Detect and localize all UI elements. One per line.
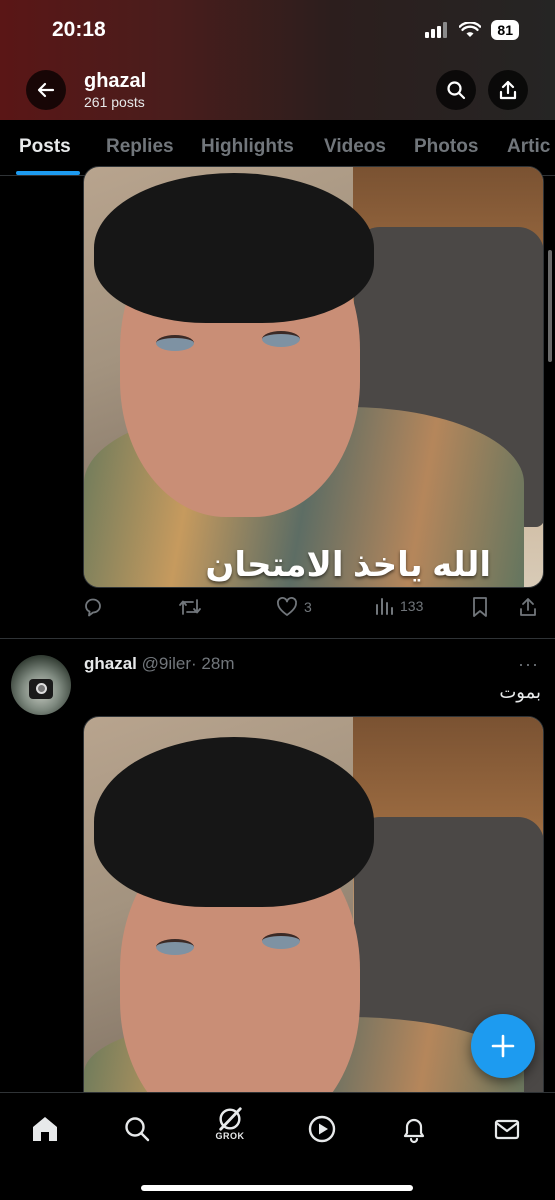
post1-media[interactable]: الله ياخذ الامتحان xyxy=(83,166,544,588)
post2-time: · 28m xyxy=(191,654,235,673)
mail-icon xyxy=(494,1119,520,1140)
post-count: 261 posts xyxy=(84,94,145,110)
retweet-button[interactable] xyxy=(178,596,208,618)
compose-button[interactable] xyxy=(471,1014,535,1078)
nav-grok[interactable]: GROK xyxy=(212,1105,248,1141)
profile-banner-header: 20:18 81 ghazal 261 posts xyxy=(0,0,555,120)
media-caption: الله ياخذ الامتحان xyxy=(205,546,491,584)
nav-messages[interactable] xyxy=(489,1111,525,1147)
post2-author-handle[interactable]: @9iler xyxy=(142,654,191,673)
media-eye-left xyxy=(156,939,194,955)
play-circle-icon xyxy=(308,1115,336,1143)
view-count: 133 xyxy=(400,598,424,614)
active-tab-indicator xyxy=(16,171,80,175)
back-button[interactable] xyxy=(26,70,66,110)
reply-icon xyxy=(85,598,101,617)
profile-nav-row: ghazal 261 posts xyxy=(0,68,555,112)
tab-articles[interactable]: Artic xyxy=(507,136,550,158)
share-button[interactable] xyxy=(488,70,528,110)
post2-header: ghazal @9iler· 28m xyxy=(84,654,235,674)
grok-label: GROK xyxy=(215,1131,245,1141)
tab-videos[interactable]: Videos xyxy=(324,136,386,158)
profile-name: ghazal xyxy=(84,70,147,92)
status-icons: 81 xyxy=(425,20,519,40)
status-bar: 20:18 81 xyxy=(0,0,555,62)
post-share-button[interactable] xyxy=(518,596,538,618)
tab-highlights[interactable]: Highlights xyxy=(201,136,294,158)
like-button[interactable]: 3 xyxy=(276,596,312,618)
bell-icon xyxy=(403,1118,425,1144)
plus-icon xyxy=(491,1034,515,1058)
media-eye-right xyxy=(262,933,300,949)
bookmark-icon xyxy=(473,597,487,617)
post2-author-name[interactable]: ghazal xyxy=(84,654,137,673)
avatar[interactable] xyxy=(11,655,71,715)
media-eye-left xyxy=(156,335,194,351)
search-button[interactable] xyxy=(436,70,476,110)
battery-indicator: 81 xyxy=(491,20,519,40)
tab-photos[interactable]: Photos xyxy=(414,136,478,158)
heart-icon xyxy=(277,597,297,616)
share-icon xyxy=(499,80,517,100)
grok-icon xyxy=(219,1107,242,1131)
share-icon xyxy=(520,598,536,616)
more-options-button[interactable]: ··· xyxy=(518,654,539,675)
bottom-nav: GROK xyxy=(0,1092,555,1200)
retweet-icon xyxy=(179,599,201,615)
avatar-camera-lens xyxy=(36,683,47,694)
home-indicator xyxy=(141,1185,413,1191)
post2-text: بموت xyxy=(499,682,541,702)
nav-video[interactable] xyxy=(304,1111,340,1147)
reply-button[interactable] xyxy=(82,596,110,618)
search-icon xyxy=(125,1117,150,1142)
like-count: 3 xyxy=(304,599,312,615)
media-hair xyxy=(94,173,374,323)
nav-home[interactable] xyxy=(27,1111,63,1147)
post-divider xyxy=(0,638,555,639)
post1-actions: 3 133 xyxy=(82,596,542,624)
media-eye-right xyxy=(262,331,300,347)
signal-icon xyxy=(425,22,448,38)
home-icon xyxy=(33,1117,57,1141)
nav-notifications[interactable] xyxy=(396,1111,432,1147)
nav-search[interactable] xyxy=(119,1111,155,1147)
views-button[interactable]: 133 xyxy=(374,596,423,616)
scrollbar[interactable] xyxy=(548,250,552,362)
bookmark-button[interactable] xyxy=(470,596,490,618)
post2-media[interactable] xyxy=(83,716,544,1136)
arrow-left-icon xyxy=(37,82,55,98)
search-icon xyxy=(447,81,466,100)
tab-posts[interactable]: Posts xyxy=(19,136,71,158)
views-chart-icon xyxy=(376,598,393,615)
status-time: 20:18 xyxy=(52,18,106,41)
media-hair xyxy=(94,737,374,907)
tab-replies[interactable]: Replies xyxy=(106,136,174,158)
wifi-icon xyxy=(459,22,482,37)
